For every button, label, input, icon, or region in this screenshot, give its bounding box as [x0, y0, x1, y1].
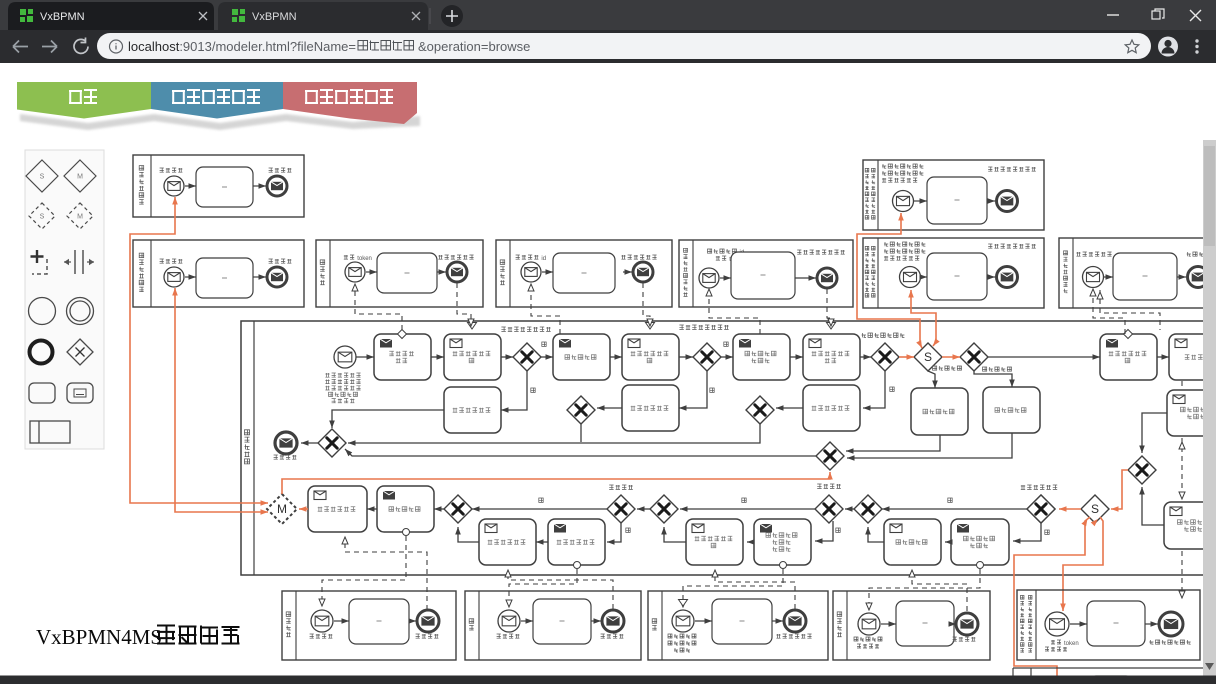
svg-text:token: token	[357, 256, 372, 262]
svg-text:VxBPMN: VxBPMN	[252, 11, 297, 23]
svg-text:M: M	[277, 502, 287, 516]
svg-text:&operation=browse: &operation=browse	[418, 39, 530, 54]
svg-text:id: id	[541, 256, 546, 262]
svg-text:token: token	[1064, 641, 1079, 647]
svg-text:VxBPMN: VxBPMN	[40, 11, 85, 23]
svg-text:S: S	[40, 174, 45, 181]
svg-text:M: M	[77, 214, 83, 221]
svg-text:M: M	[77, 174, 83, 181]
svg-text:S: S	[924, 350, 932, 364]
svg-text:VxBPMN4MS: VxBPMN4MS	[36, 625, 162, 649]
svg-text:S: S	[1091, 502, 1099, 516]
svg-text:localhost:9013/modeler.html?fi: localhost:9013/modeler.html?fileName=	[128, 39, 356, 54]
svg-text:S: S	[40, 214, 45, 221]
